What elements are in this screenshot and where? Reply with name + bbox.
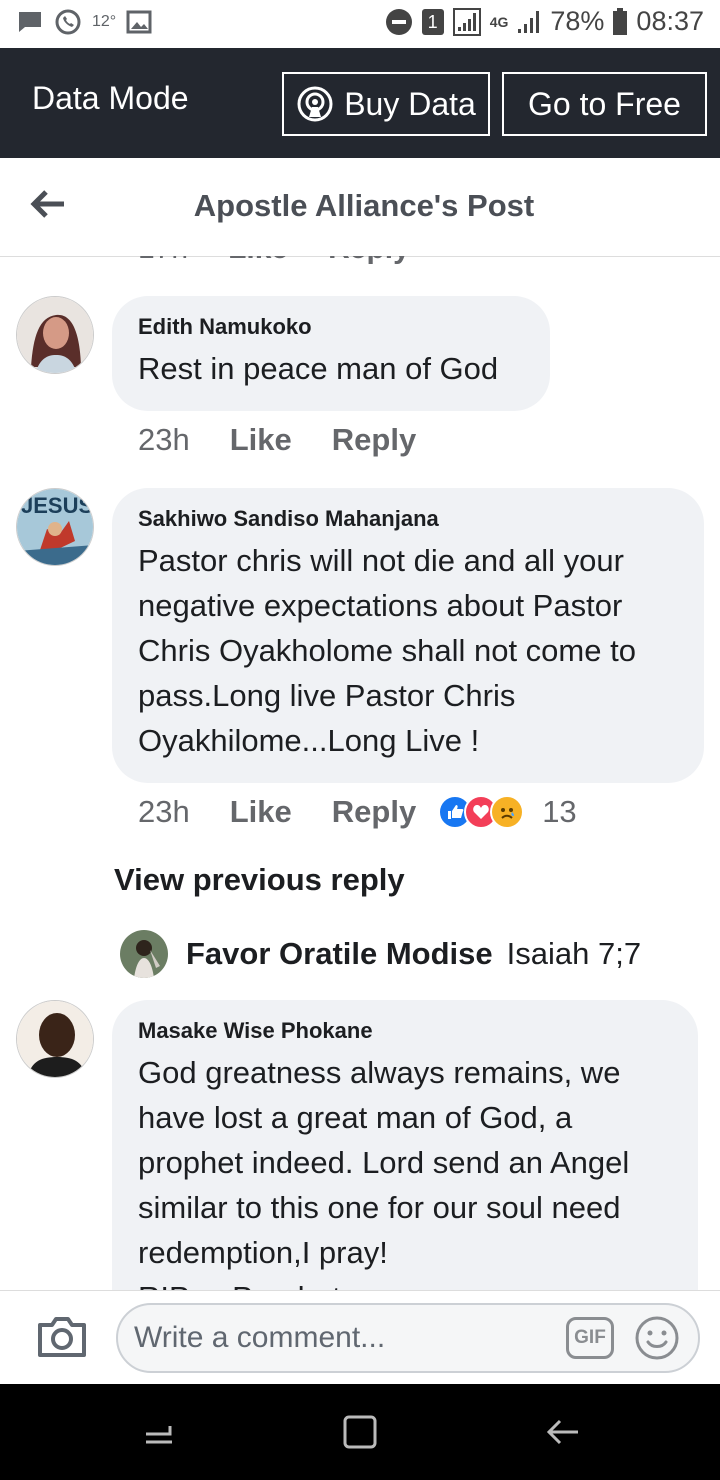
recent-apps-icon[interactable] <box>140 1412 180 1452</box>
buy-data-label: Buy Data <box>344 85 476 122</box>
comment-input[interactable] <box>132 1317 556 1359</box>
data-mode-title: Data Mode <box>32 80 189 116</box>
comments-feed[interactable]: 17h Like Reply Edith Namukoko Rest in pe… <box>0 256 720 1290</box>
view-previous-reply-link[interactable]: View previous reply <box>114 862 405 898</box>
profile-photo-icon: JESUS <box>17 489 93 565</box>
comment-time: 23h <box>138 422 190 457</box>
battery-icon <box>613 7 628 35</box>
comment-author[interactable]: Masake Wise Phokane <box>138 1018 672 1044</box>
profile-photo-icon <box>17 297 93 373</box>
comment-bubble[interactable]: Masake Wise Phokane God greatness always… <box>112 1000 698 1290</box>
gif-button[interactable]: GIF <box>566 1317 614 1359</box>
camera-icon[interactable] <box>36 1315 88 1359</box>
network-type: 4G <box>489 13 509 30</box>
comment-text: Rest in peace man of God <box>138 351 499 386</box>
avatar[interactable] <box>16 296 94 374</box>
home-icon[interactable] <box>340 1412 380 1452</box>
sim-badge: 1 <box>421 8 444 35</box>
go-to-free-label: Go to Free <box>528 85 681 122</box>
chat-notification-icon <box>19 12 41 32</box>
comment-author[interactable]: Sakhiwo Sandiso Mahanjana <box>138 506 678 532</box>
partial-reply[interactable]: Reply <box>328 256 410 266</box>
avatar[interactable]: JESUS <box>16 488 94 566</box>
reaction-count[interactable]: 13 <box>542 794 576 830</box>
reply-button[interactable]: Reply <box>332 794 416 830</box>
partial-like[interactable]: Like <box>228 256 288 266</box>
signal-bars-icon <box>518 10 540 33</box>
post-header: Apostle Alliance's Post <box>0 158 720 257</box>
profile-photo-icon <box>17 1001 93 1077</box>
emoji-icon[interactable] <box>634 1315 680 1361</box>
go-to-free-button[interactable]: Go to Free <box>502 72 707 136</box>
partial-time: 17h <box>138 256 188 266</box>
like-button[interactable]: Like <box>230 794 292 830</box>
like-button[interactable]: Like <box>230 422 292 458</box>
comment-actions: 23h Like Reply <box>138 422 438 458</box>
reply-button[interactable]: Reply <box>332 422 416 458</box>
comment-author[interactable]: Edith Namukoko <box>138 314 524 340</box>
reply-preview[interactable]: Favor Oratile Modise Isaiah 7;7 <box>120 930 641 978</box>
whatsapp-icon <box>55 9 81 35</box>
system-navigation-bar <box>0 1384 720 1480</box>
back-nav-icon[interactable] <box>542 1412 582 1452</box>
do-not-disturb-icon <box>385 8 412 35</box>
reply-author[interactable]: Favor Oratile Modise <box>186 936 493 972</box>
broadcast-icon <box>297 86 333 122</box>
avatar[interactable] <box>120 930 168 978</box>
battery-percent: 78% <box>550 6 605 36</box>
temperature-text: 12° <box>92 13 117 30</box>
profile-photo-icon <box>120 930 168 978</box>
avatar[interactable] <box>16 1000 94 1078</box>
signal-icon <box>452 7 481 36</box>
avatar-caption: JESUS <box>21 493 93 518</box>
partial-comment-actions: 17h Like Reply <box>138 256 410 266</box>
comment-actions: 23h Like Reply 13 <box>138 794 577 830</box>
page-title: Apostle Alliance's Post <box>193 188 535 223</box>
reply-text: Isaiah 7;7 <box>506 936 642 971</box>
reactions-summary[interactable] <box>438 795 525 829</box>
comment-bubble[interactable]: Sakhiwo Sandiso Mahanjana Pastor chris w… <box>112 488 704 783</box>
comment-text-continued: RIP ... Prophet ... <box>138 1275 672 1290</box>
sad-reaction-icon <box>490 795 525 829</box>
status-bar: 12° 1 4G 78% 08:37 <box>0 0 720 48</box>
data-mode-bar: Data Mode Buy Data Go to Free <box>0 48 720 158</box>
comment-bubble[interactable]: Edith Namukoko Rest in peace man of God <box>112 296 550 411</box>
comment-composer: GIF <box>0 1290 720 1385</box>
comment-input-container[interactable]: GIF <box>116 1303 700 1373</box>
buy-data-button[interactable]: Buy Data <box>282 72 490 136</box>
gallery-icon <box>126 10 152 34</box>
clock: 08:37 <box>636 6 704 36</box>
comment-time: 23h <box>138 794 190 829</box>
comment-text: God greatness always remains, we have lo… <box>138 1055 630 1270</box>
comment-text: Pastor chris will not die and all your n… <box>138 543 636 758</box>
